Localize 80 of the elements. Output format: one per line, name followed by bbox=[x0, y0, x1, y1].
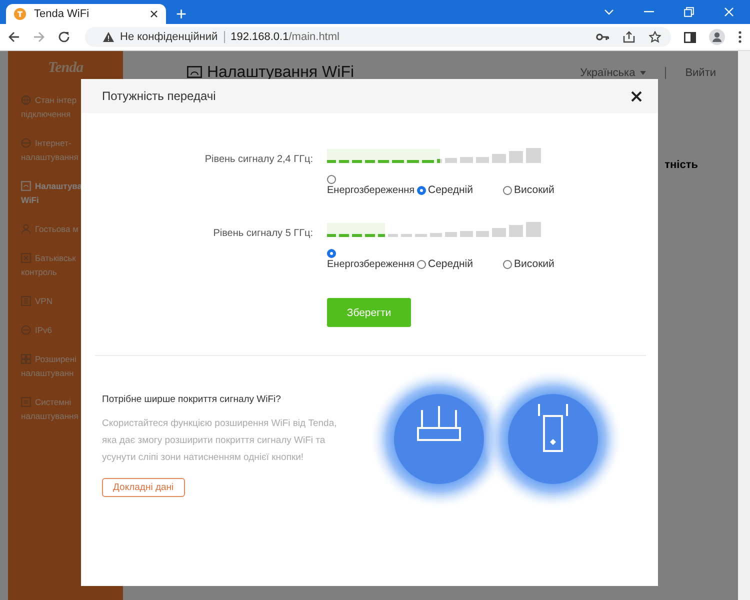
grid-icon bbox=[21, 354, 31, 364]
menu-item-label: Стан інтер bbox=[35, 94, 77, 107]
page-title: Налаштування WiFi bbox=[207, 64, 354, 82]
radio-button[interactable] bbox=[327, 248, 336, 258]
promo-title: Потрібне ширше покриття сигналу WiFi? bbox=[102, 394, 282, 405]
signal-meter[interactable] bbox=[327, 223, 541, 237]
menu-item-label: контроль bbox=[21, 266, 58, 279]
menu-item-label: Інтернет- bbox=[35, 137, 72, 150]
menu-item[interactable]: Налаштува WiFi bbox=[8, 173, 123, 216]
share-icon[interactable] bbox=[623, 31, 635, 43]
radio-label[interactable]: Високий bbox=[514, 184, 554, 196]
menu-item-label: Гостьова м bbox=[35, 223, 78, 236]
radio-button[interactable] bbox=[327, 174, 336, 184]
profile-icon[interactable] bbox=[709, 29, 725, 45]
radio-label[interactable]: Середній bbox=[428, 184, 473, 196]
menu-item[interactable]: Інтернет- налаштування bbox=[8, 130, 123, 173]
menu-item-label: IPv6 bbox=[35, 324, 52, 337]
browser-tab[interactable]: Tenda WiFi bbox=[6, 4, 166, 24]
dialog-title: Потужність передачі bbox=[102, 89, 216, 103]
reload-icon[interactable] bbox=[58, 31, 70, 43]
security-label: Не конфіденційний bbox=[120, 31, 225, 43]
logo: Tenda bbox=[46, 59, 84, 78]
radio-button[interactable] bbox=[503, 186, 512, 194]
globe-icon bbox=[21, 138, 31, 148]
details-button[interactable]: Докладні дані bbox=[102, 478, 185, 497]
menu-item-label: налаштування bbox=[21, 151, 80, 164]
restore-icon[interactable] bbox=[684, 7, 694, 17]
address-field[interactable]: Не конфіденційний 192.168.0.1/main.html bbox=[85, 27, 671, 47]
back-arrow-icon[interactable] bbox=[8, 31, 20, 43]
radio-label[interactable]: Енергозбереження bbox=[327, 185, 415, 196]
list-icon bbox=[21, 397, 31, 407]
scrollbar[interactable] bbox=[738, 51, 750, 600]
radio-label[interactable]: Середній bbox=[428, 258, 473, 270]
promo-text: Скористайтеся функцією розширення WiFi від Tenda, яка дає змогу розширити покриття сигналу WiFi та усунути сліпі зони натисненням однієї кнопки! bbox=[102, 417, 338, 465]
menu-item-label: Розширені bbox=[35, 353, 76, 366]
radio-button[interactable] bbox=[417, 186, 426, 194]
tab-title: Tenda WiFi bbox=[34, 8, 90, 20]
menu-item-label: налаштуванн bbox=[21, 367, 75, 380]
circle-icon bbox=[21, 325, 31, 335]
caret-down-icon[interactable] bbox=[640, 71, 646, 75]
menu-item-label: підключення bbox=[21, 108, 72, 121]
new-tab-button[interactable]: + bbox=[176, 4, 187, 24]
person-icon bbox=[21, 224, 31, 234]
menu-item[interactable]: Розширені налаштуванн bbox=[8, 346, 123, 389]
radio-button[interactable] bbox=[503, 260, 512, 268]
menu-item-label: Батьківськ bbox=[35, 252, 76, 265]
side-panel-icon[interactable] bbox=[684, 32, 696, 42]
radio-button[interactable] bbox=[417, 260, 426, 268]
save-button[interactable]: Зберегти bbox=[327, 298, 411, 327]
menu-icon[interactable] bbox=[738, 31, 742, 43]
favicon-icon bbox=[14, 8, 26, 20]
signal-meter[interactable] bbox=[327, 149, 541, 163]
minimize-icon[interactable] bbox=[644, 11, 654, 13]
radio-label[interactable]: Високий bbox=[514, 258, 554, 270]
signal-label: Рівень сигналу 2,4 ГГц: bbox=[204, 153, 314, 167]
logout-link[interactable]: Вийти bbox=[685, 67, 716, 79]
caret-down-icon[interactable] bbox=[604, 9, 614, 15]
menu-item-label: Налаштува bbox=[35, 180, 82, 193]
menu-item[interactable]: Батьківськ контроль bbox=[8, 245, 123, 288]
url-text: 192.168.0.1/main.html bbox=[230, 31, 340, 43]
list-icon bbox=[21, 296, 31, 306]
menu-item-label: VPN bbox=[35, 295, 52, 308]
warning-icon bbox=[103, 32, 114, 42]
star-icon[interactable] bbox=[649, 31, 661, 43]
menu-item[interactable]: VPN bbox=[8, 288, 123, 317]
close-icon[interactable] bbox=[631, 90, 642, 102]
language-selector[interactable]: Українська bbox=[580, 67, 636, 79]
menu-item[interactable]: IPv6 bbox=[8, 317, 123, 346]
section-title: тність bbox=[664, 159, 698, 171]
menu-item-label: WiFi bbox=[21, 194, 40, 207]
menu-item[interactable]: Гостьова м bbox=[8, 216, 123, 245]
key-icon[interactable] bbox=[596, 33, 609, 41]
menu-item-label: налаштування bbox=[21, 410, 80, 423]
menu-item-label: Системні bbox=[35, 396, 72, 409]
box-icon bbox=[21, 253, 31, 263]
globe-icon bbox=[21, 95, 31, 105]
close-icon[interactable] bbox=[150, 10, 158, 18]
signal-label: Рівень сигналу 5 ГГц: bbox=[212, 227, 314, 241]
monitor-icon bbox=[21, 181, 31, 191]
radio-label[interactable]: Енергозбереження bbox=[327, 259, 415, 270]
